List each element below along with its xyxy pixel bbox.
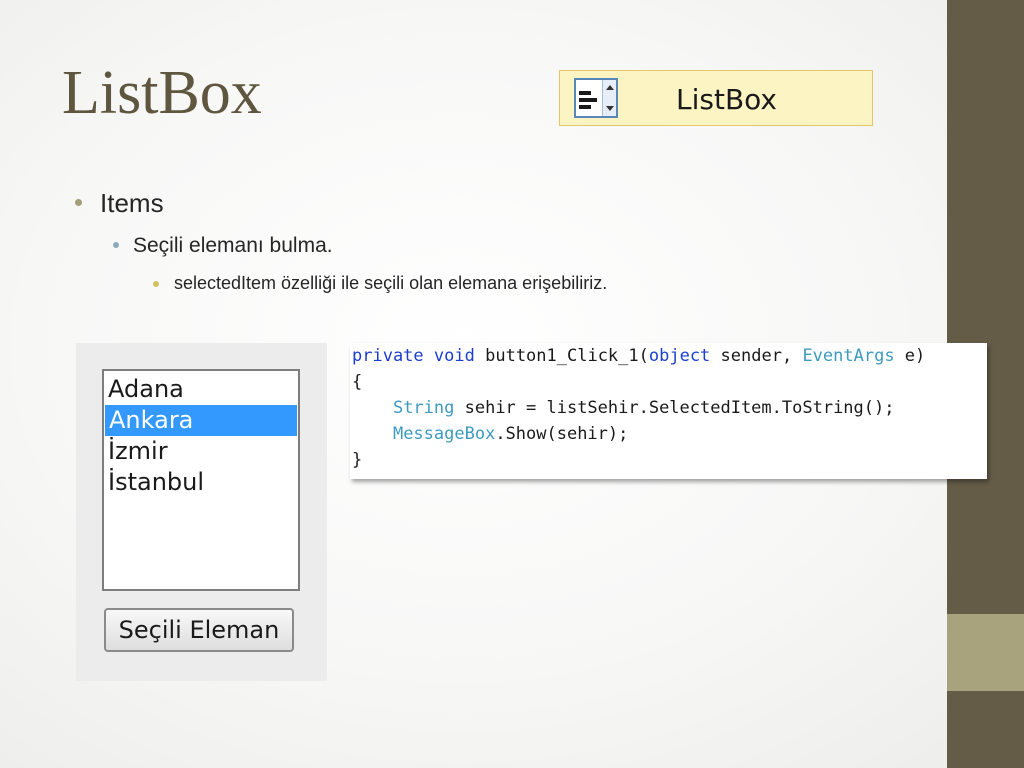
code-line: String sehir = listSehir.SelectedItem.To…: [352, 395, 895, 421]
listbox-icon: [574, 78, 618, 118]
bullet-dot: [113, 242, 119, 248]
code-text: e): [894, 346, 926, 366]
slide-title: ListBox: [62, 59, 262, 127]
code-text: sender,: [720, 346, 803, 366]
code-text: button1_Click_1(: [485, 346, 649, 366]
code-line: private void button1_Click_1(object send…: [352, 343, 925, 369]
listbox-item-selected[interactable]: Ankara: [105, 405, 297, 436]
code-keyword: void: [433, 346, 475, 366]
code-line: MessageBox.Show(sehir);: [352, 421, 628, 447]
listbox-icon-line: [579, 105, 591, 109]
code-text: sehir = listSehir.SelectedItem.ToString(…: [454, 398, 895, 418]
listbox-item[interactable]: İstanbul: [104, 467, 298, 498]
listbox-item[interactable]: Adana: [104, 374, 298, 405]
chevron-down-icon: [606, 106, 614, 111]
city-listbox[interactable]: Adana Ankara İzmir İstanbul: [102, 369, 300, 591]
chevron-up-icon: [606, 85, 614, 90]
toolbox-listbox-item[interactable]: ListBox: [559, 70, 873, 126]
code-keyword: object: [648, 346, 711, 366]
bullet-dot: [75, 199, 82, 206]
bullet-level3: selectedItem özelliği ile seçili olan el…: [174, 273, 608, 293]
listbox-icon-line: [579, 98, 597, 102]
bullet-dot: [153, 281, 159, 287]
listbox-item[interactable]: İzmir: [104, 436, 298, 467]
code-line: {: [352, 372, 363, 392]
toolbox-label: ListBox: [676, 83, 777, 116]
bullet-level2: Seçili elemanı bulma.: [133, 234, 333, 257]
code-type: String: [392, 398, 455, 418]
code-snippet: private void button1_Click_1(object send…: [350, 343, 987, 479]
code-type: MessageBox: [392, 424, 496, 444]
bullet-level1: Items: [100, 188, 164, 218]
get-selected-button[interactable]: Seçili Eleman: [104, 608, 294, 652]
listbox-icon-line: [579, 91, 591, 95]
form-window: Adana Ankara İzmir İstanbul Seçili Elema…: [76, 343, 327, 681]
code-type: EventArgs: [802, 346, 895, 366]
side-accent: [947, 614, 1024, 691]
listbox-icon-scrollbar: [602, 80, 616, 116]
code-text: .Show(sehir);: [495, 424, 629, 444]
code-keyword: private: [352, 346, 424, 366]
code-line: }: [352, 450, 363, 470]
